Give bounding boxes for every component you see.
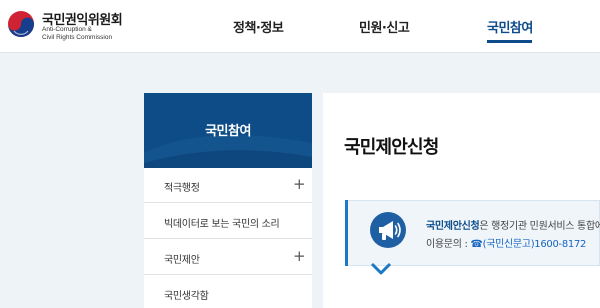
site-logo[interactable]: 국민권익위원회 Anti-Corruption & Civil Rights C… <box>6 7 126 45</box>
megaphone-icon <box>370 212 406 248</box>
sidebar-item-label: 빅데이터로 보는 국민의 소리 <box>164 219 280 230</box>
sidebar-header: 국민참여 <box>144 93 312 168</box>
site-header: 국민권익위원회 Anti-Corruption & Civil Rights C… <box>0 0 600 53</box>
notice-pointer-arrow <box>370 262 392 275</box>
nav-active-indicator <box>487 40 532 43</box>
sidebar-item-label: 적극행정 <box>164 183 200 194</box>
page-title: 국민제안신청 <box>344 137 439 158</box>
taegeuk-emblem-icon <box>8 11 34 37</box>
sidebar-item-label: 국민제안 <box>164 255 200 266</box>
content-tab-edge <box>315 96 323 308</box>
plus-icon[interactable]: + <box>293 247 306 265</box>
plus-icon[interactable]: + <box>293 175 306 193</box>
nav-policy-info[interactable]: 정책·정보 <box>233 17 284 36</box>
sidebar-item-citizen-ideas[interactable]: 국민생각함 <box>144 276 312 308</box>
logo-subtitle: Anti-Corruption & Civil Rights Commissio… <box>42 26 112 42</box>
contact-label: 이용문의 : <box>426 239 471 250</box>
sidebar-item-proactive-admin[interactable]: 적극행정 + <box>144 168 312 203</box>
notice-text-rest: 은 행정기관 민원서비스 통합에 <box>479 221 600 232</box>
notice-accent-bar <box>345 200 348 266</box>
sidebar-item-citizen-proposal[interactable]: 국민제안 + <box>144 240 312 275</box>
nav-citizen-participation[interactable]: 국민참여 <box>487 17 533 36</box>
sidebar-menu: 적극행정 + 빅데이터로 보는 국민의 소리 국민제안 + 국민생각함 <box>144 168 312 308</box>
notice-highlight: 국민제안신청 <box>426 221 480 232</box>
notice-contact: 이용문의 : ☎(국민신문고)1600-8172 <box>426 235 586 250</box>
logo-subtitle-line2: Civil Rights Commission <box>42 34 113 41</box>
notice-text: 국민제안신청은 행정기관 민원서비스 통합에 <box>426 217 600 232</box>
nav-civil-complaint[interactable]: 민원·신고 <box>359 17 410 36</box>
contact-phone-link[interactable]: ☎(국민신문고)1600-8172 <box>470 239 586 250</box>
sidebar-item-bigdata-voice[interactable]: 빅데이터로 보는 국민의 소리 <box>144 204 312 239</box>
sidebar-item-label: 국민생각함 <box>164 291 209 302</box>
sidebar-title: 국민참여 <box>205 124 251 139</box>
logo-subtitle-line1: Anti-Corruption & <box>42 26 92 33</box>
